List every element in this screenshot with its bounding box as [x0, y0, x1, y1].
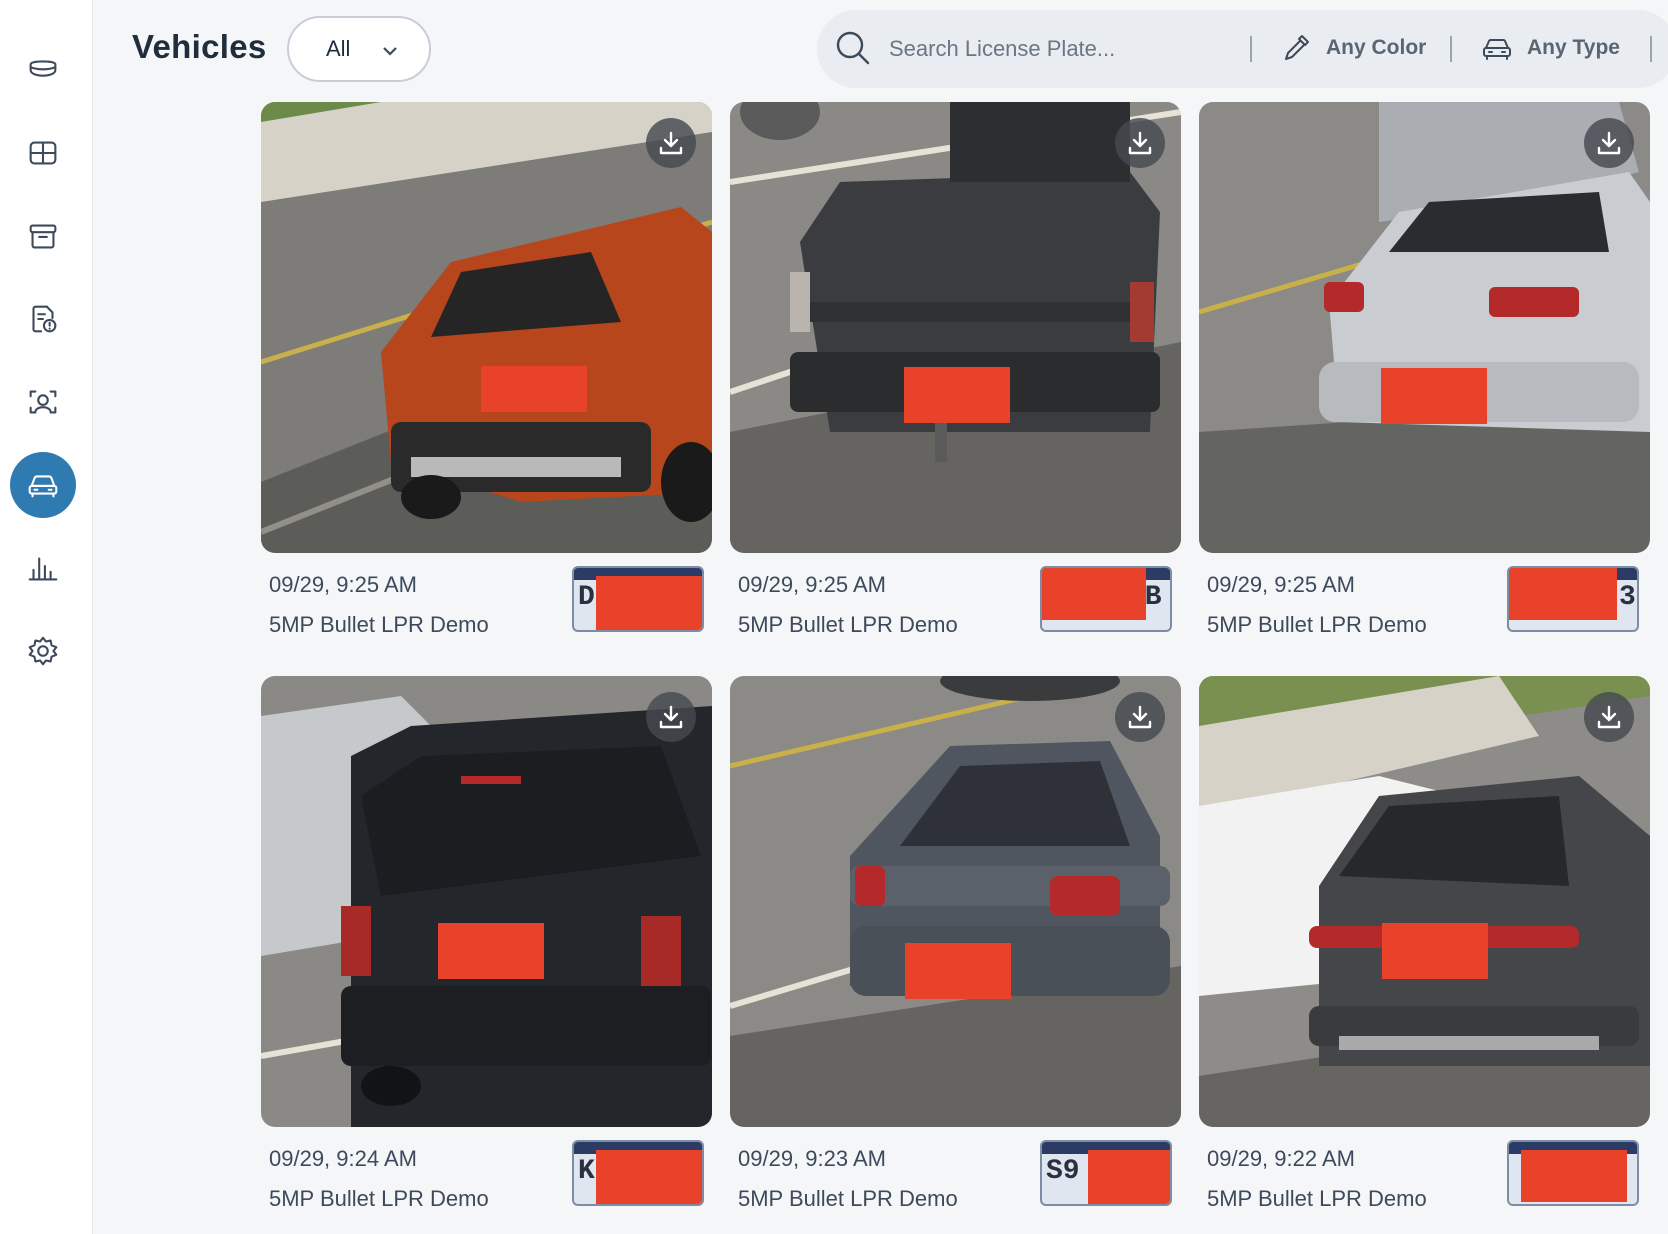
plate-visible-text: D [578, 582, 595, 613]
vehicle-filter-dropdown[interactable]: All [287, 16, 431, 82]
plate-crop-thumbnail[interactable]: 3 [1507, 566, 1639, 632]
toolbar-divider [1650, 36, 1652, 62]
redacted-plate [1509, 568, 1617, 620]
capture-timestamp: 09/29, 9:25 AM [1207, 572, 1355, 597]
archive-icon [29, 224, 57, 249]
download-button[interactable] [646, 118, 696, 168]
plate-crop-thumbnail[interactable] [1507, 1140, 1639, 1206]
face-scan-icon [29, 390, 57, 414]
settings-gear-icon [28, 636, 58, 666]
download-button[interactable] [1115, 118, 1165, 168]
toolbar-divider [1250, 36, 1252, 62]
capture-timestamp: 09/29, 9:25 AM [269, 572, 417, 597]
page-title: Vehicles [132, 28, 267, 65]
sidebar-item-analytics[interactable] [10, 535, 76, 601]
color-filter-button[interactable]: Any Color [1280, 28, 1426, 68]
license-plate-search-input[interactable] [889, 30, 1229, 68]
download-icon [1128, 705, 1152, 729]
redacted-plate [438, 923, 544, 979]
capture-timestamp: 09/29, 9:24 AM [269, 1146, 417, 1171]
capture-timestamp: 09/29, 9:22 AM [1207, 1146, 1355, 1171]
camera-name: 5MP Bullet LPR Demo [738, 1186, 958, 1211]
redacted-plate [905, 943, 1011, 999]
vehicle-snapshot[interactable] [261, 102, 712, 553]
download-icon [659, 131, 683, 155]
redacted-plate [596, 576, 702, 630]
search-icon [833, 28, 873, 68]
download-icon [1597, 131, 1621, 155]
camera-name: 5MP Bullet LPR Demo [738, 612, 958, 637]
vehicle-snapshot[interactable] [261, 676, 712, 1127]
download-icon [659, 705, 683, 729]
plate-crop-thumbnail[interactable]: D [572, 566, 704, 632]
vehicle-snapshot[interactable] [730, 102, 1181, 553]
plate-visible-text: K [578, 1156, 595, 1187]
sidebar-item-vehicles[interactable] [10, 452, 76, 518]
analytics-icon [28, 557, 58, 581]
redacted-plate [1382, 923, 1488, 979]
sidebar-item-face-search[interactable] [10, 369, 76, 435]
vehicle-snapshot[interactable] [730, 676, 1181, 1127]
report-file-icon [32, 305, 57, 333]
capture-timestamp: 09/29, 9:25 AM [738, 572, 886, 597]
type-filter-button[interactable]: Any Type [1481, 28, 1620, 68]
redacted-plate [596, 1150, 702, 1204]
vehicle-snapshot[interactable] [1199, 102, 1650, 553]
sidebar-item-cameras[interactable] [10, 37, 76, 103]
plate-visible-text: 3 [1619, 582, 1636, 613]
download-button[interactable] [1584, 118, 1634, 168]
plate-crop-thumbnail[interactable]: K [572, 1140, 704, 1206]
redacted-plate [1381, 368, 1487, 424]
sidebar-item-reports[interactable] [10, 286, 76, 352]
plate-crop-thumbnail[interactable]: S9 [1040, 1140, 1172, 1206]
type-filter-label: Any Type [1527, 36, 1620, 59]
plate-visible-text: S9 [1046, 1156, 1080, 1187]
sidebar-item-archive[interactable] [10, 203, 76, 269]
sidebar-nav [0, 0, 93, 1234]
download-button[interactable] [1115, 692, 1165, 742]
redacted-plate [1088, 1150, 1170, 1204]
color-picker-icon [1285, 35, 1309, 60]
camera-dome-icon [29, 60, 57, 77]
capture-timestamp: 09/29, 9:23 AM [738, 1146, 886, 1171]
redacted-plate [904, 367, 1010, 423]
download-button[interactable] [646, 692, 696, 742]
grid-view-icon [29, 141, 57, 165]
camera-name: 5MP Bullet LPR Demo [1207, 1186, 1427, 1211]
download-icon [1597, 705, 1621, 729]
vehicle-type-icon [1483, 38, 1511, 60]
sidebar-item-settings[interactable] [10, 618, 76, 684]
redacted-plate [481, 366, 587, 412]
camera-name: 5MP Bullet LPR Demo [269, 612, 489, 637]
plate-crop-thumbnail[interactable]: 2B [1040, 566, 1172, 632]
download-icon [1128, 131, 1152, 155]
chevron-down-icon [381, 40, 399, 58]
download-button[interactable] [1584, 692, 1634, 742]
sidebar-item-grid[interactable] [10, 120, 76, 186]
filter-selected-value: All [326, 36, 351, 61]
toolbar-divider [1450, 36, 1452, 62]
camera-name: 5MP Bullet LPR Demo [269, 1186, 489, 1211]
redacted-plate [1521, 1150, 1627, 1202]
color-filter-label: Any Color [1326, 36, 1427, 59]
filter-toolbar: Any Color Any Type [817, 10, 1668, 88]
camera-name: 5MP Bullet LPR Demo [1207, 612, 1427, 637]
vehicle-icon [28, 475, 58, 498]
vehicle-snapshot[interactable] [1199, 676, 1650, 1127]
redacted-plate [1042, 568, 1146, 620]
